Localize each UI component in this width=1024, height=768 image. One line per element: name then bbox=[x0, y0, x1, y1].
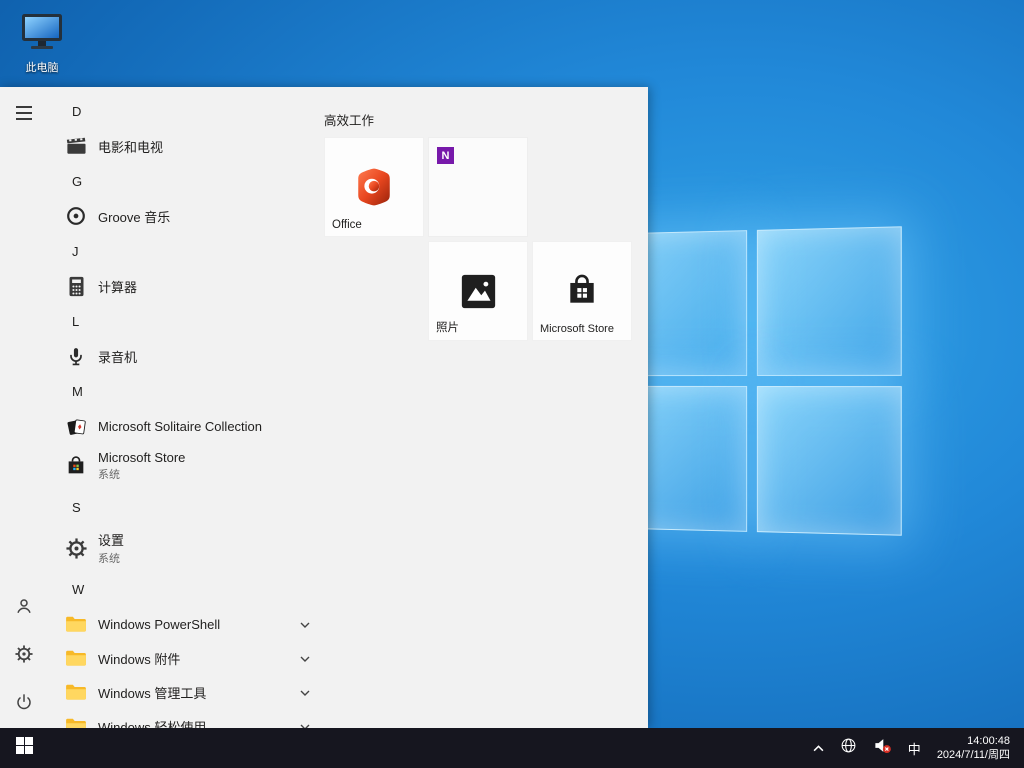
clock-date: 2024/7/11/周四 bbox=[937, 748, 1010, 762]
folder-item-windows-ease-of-access[interactable]: Windows 轻松使用 bbox=[48, 709, 324, 728]
section-header-l[interactable]: L bbox=[48, 303, 324, 339]
app-label: 计算器 bbox=[98, 277, 137, 296]
app-sublabel: 系统 bbox=[98, 466, 185, 482]
user-icon bbox=[15, 597, 33, 620]
chevron-down-icon bbox=[300, 615, 310, 633]
groove-music-icon bbox=[64, 204, 88, 228]
section-letter: M bbox=[72, 384, 83, 399]
settings-rail-button[interactable] bbox=[0, 632, 48, 680]
app-sublabel: 系统 bbox=[98, 550, 124, 566]
tile-grid: Office N 照片 bbox=[324, 137, 648, 341]
tile-label: Office bbox=[332, 219, 362, 231]
section-letter: L bbox=[72, 314, 79, 329]
windows-logo-icon bbox=[16, 737, 33, 759]
tray-show-hidden-icons-button[interactable] bbox=[805, 728, 832, 768]
tile-area: 高效工作 Office bbox=[324, 87, 648, 728]
folder-icon bbox=[64, 680, 88, 704]
calculator-icon bbox=[64, 274, 88, 298]
clock-time: 14:00:48 bbox=[967, 734, 1010, 748]
network-globe-icon bbox=[840, 737, 857, 759]
section-header-w[interactable]: W bbox=[48, 571, 324, 607]
tile-group-title[interactable]: 高效工作 bbox=[324, 110, 648, 127]
app-item-settings[interactable]: 设置 系统 bbox=[48, 525, 324, 571]
taskbar-clock[interactable]: 14:00:48 2024/7/11/周四 bbox=[929, 728, 1020, 768]
folder-item-windows-admin-tools[interactable]: Windows 管理工具 bbox=[48, 675, 324, 709]
system-tray: 中 14:00:48 2024/7/11/周四 bbox=[805, 728, 1024, 768]
app-item-calculator[interactable]: 计算器 bbox=[48, 269, 324, 303]
power-button[interactable] bbox=[0, 680, 48, 728]
folder-item-windows-powershell[interactable]: Windows PowerShell bbox=[48, 607, 324, 641]
expand-menu-button[interactable] bbox=[0, 89, 48, 137]
section-header-m[interactable]: M bbox=[48, 373, 324, 409]
folder-label: Windows 轻松使用 bbox=[98, 717, 206, 729]
hamburger-icon bbox=[16, 106, 32, 120]
user-account-button[interactable] bbox=[0, 584, 48, 632]
folder-label: Windows PowerShell bbox=[98, 617, 220, 632]
section-letter: S bbox=[72, 500, 81, 515]
section-letter: W bbox=[72, 582, 84, 597]
folder-icon bbox=[64, 714, 88, 728]
chevron-down-icon bbox=[300, 649, 310, 667]
start-button[interactable] bbox=[0, 728, 48, 768]
movies-tv-icon bbox=[64, 134, 88, 158]
app-list: D 电影和电视 G bbox=[48, 87, 324, 728]
section-letter: J bbox=[72, 244, 79, 259]
tile-label: 照片 bbox=[436, 319, 459, 335]
app-item-voice-recorder[interactable]: 录音机 bbox=[48, 339, 324, 373]
app-item-movies-tv[interactable]: 电影和电视 bbox=[48, 129, 324, 163]
folder-label: Windows 附件 bbox=[98, 649, 180, 668]
settings-gear-icon bbox=[64, 536, 88, 560]
this-pc-label: 此电脑 bbox=[26, 59, 59, 75]
app-label: Microsoft Store bbox=[98, 450, 185, 465]
power-icon bbox=[15, 693, 33, 716]
tile-microsoft-store[interactable]: Microsoft Store bbox=[532, 241, 632, 341]
logo-pane bbox=[757, 226, 902, 376]
app-label: 电影和电视 bbox=[98, 137, 163, 156]
start-menu: D 电影和电视 G bbox=[0, 87, 648, 728]
tray-network-button[interactable] bbox=[832, 728, 865, 768]
onenote-icon: N bbox=[437, 147, 454, 164]
app-label: Microsoft Solitaire Collection bbox=[98, 419, 262, 434]
section-letter: G bbox=[72, 174, 82, 189]
section-header-s[interactable]: S bbox=[48, 489, 324, 525]
volume-muted-icon bbox=[873, 736, 892, 760]
section-header-d[interactable]: D bbox=[48, 93, 324, 129]
app-label: 录音机 bbox=[98, 347, 137, 366]
section-header-j[interactable]: J bbox=[48, 233, 324, 269]
tile-photos[interactable]: 照片 bbox=[428, 241, 528, 341]
gear-icon bbox=[15, 645, 33, 668]
tile-office[interactable]: Office bbox=[324, 137, 424, 237]
desktop-icon-this-pc[interactable]: 此电脑 bbox=[12, 12, 72, 75]
section-letter: D bbox=[72, 104, 81, 119]
start-menu-rail bbox=[0, 87, 48, 728]
this-pc-icon bbox=[19, 12, 65, 57]
tray-volume-button[interactable] bbox=[865, 728, 900, 768]
taskbar: 中 14:00:48 2024/7/11/周四 bbox=[0, 728, 1024, 768]
app-label: Groove 音乐 bbox=[98, 207, 170, 226]
solitaire-icon bbox=[64, 414, 88, 438]
folder-icon bbox=[64, 646, 88, 670]
wallpaper-windows-logo bbox=[609, 226, 901, 535]
tray-ime-indicator[interactable]: 中 bbox=[900, 728, 929, 768]
microphone-icon bbox=[64, 344, 88, 368]
chevron-down-icon bbox=[300, 683, 310, 701]
chevron-up-icon bbox=[813, 739, 824, 757]
app-item-microsoft-store[interactable]: Microsoft Store 系统 bbox=[48, 443, 324, 489]
section-header-g[interactable]: G bbox=[48, 163, 324, 199]
logo-pane bbox=[757, 386, 902, 536]
app-item-groove-music[interactable]: Groove 音乐 bbox=[48, 199, 324, 233]
folder-item-windows-accessories[interactable]: Windows 附件 bbox=[48, 641, 324, 675]
store-icon bbox=[64, 454, 88, 478]
chevron-down-icon bbox=[300, 717, 310, 728]
folder-label: Windows 管理工具 bbox=[98, 683, 206, 702]
tile-onenote[interactable]: N bbox=[428, 137, 528, 237]
tile-label: Microsoft Store bbox=[540, 323, 614, 335]
folder-icon bbox=[64, 612, 88, 636]
app-label: 设置 bbox=[98, 530, 124, 549]
desktop: 此电脑 bbox=[0, 0, 1024, 768]
app-item-solitaire[interactable]: Microsoft Solitaire Collection bbox=[48, 409, 324, 443]
